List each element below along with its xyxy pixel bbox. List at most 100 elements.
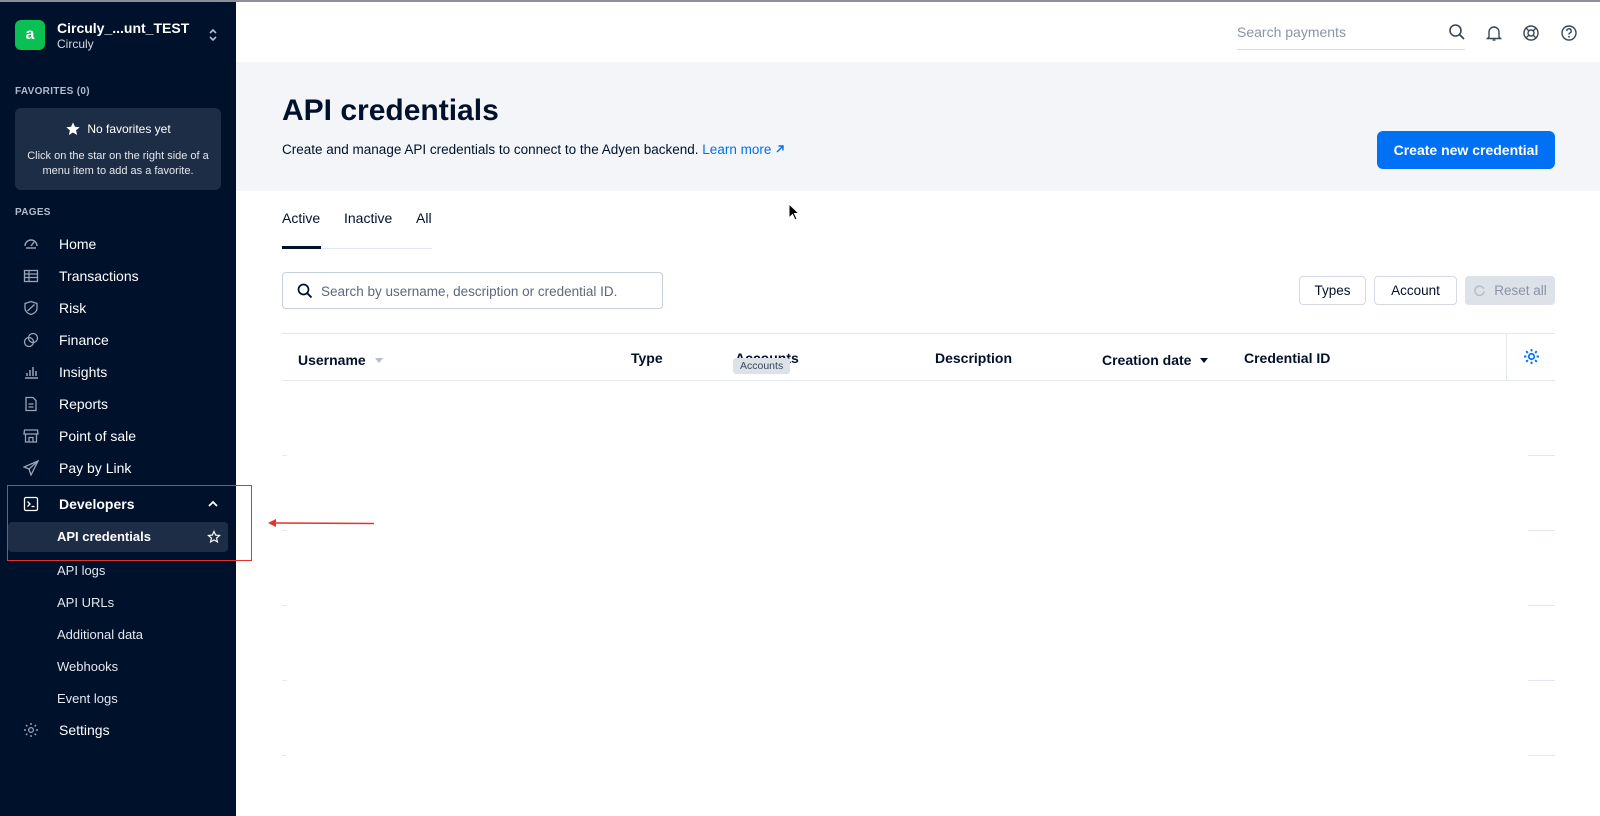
reset-all-button[interactable]: Reset all <box>1465 276 1555 305</box>
reports-icon <box>25 396 37 412</box>
refresh-icon <box>1474 285 1486 297</box>
favorites-empty-title: No favorites yet <box>15 121 221 137</box>
transactions-icon <box>23 269 39 283</box>
star-icon <box>66 122 80 135</box>
sidebar-subitem-label: Additional data <box>57 626 144 642</box>
sidebar-subitem-additional-data[interactable]: Additional data <box>0 618 236 650</box>
row-divider <box>282 755 287 756</box>
page-description-text: Create and manage API credentials to con… <box>282 142 699 157</box>
account-switcher[interactable]: a Circuly_...unt_TEST Circuly <box>15 18 225 52</box>
sidebar-item-label: Settings <box>59 722 110 738</box>
sidebar-item-label: Transactions <box>59 268 139 284</box>
point-of-sale-icon <box>23 429 39 443</box>
search-payments-field[interactable] <box>1237 18 1465 50</box>
bell-icon[interactable] <box>1485 24 1503 42</box>
settings-icon <box>24 723 38 737</box>
sort-down-icon <box>1200 358 1209 363</box>
row-divider <box>1528 530 1555 531</box>
chevron-up-down-icon[interactable] <box>207 26 219 44</box>
annotation-arrow-icon <box>268 519 375 527</box>
external-link-icon <box>776 145 784 153</box>
column-settings[interactable] <box>1506 334 1555 380</box>
create-new-credential-button[interactable]: Create new credential <box>1377 131 1555 169</box>
help-icon[interactable] <box>1560 24 1578 42</box>
sidebar-subitem-label: Webhooks <box>57 658 119 674</box>
page-description: Create and manage API credentials to con… <box>282 142 785 157</box>
sidebar-item-reports[interactable]: Reports <box>0 388 236 420</box>
row-divider <box>1528 680 1555 681</box>
sidebar-item-label: Pay by Link <box>59 460 132 476</box>
sidebar-subitem-event-logs[interactable]: Event logs <box>0 682 236 714</box>
support-icon[interactable] <box>1522 24 1540 42</box>
tab-inactive[interactable]: Inactive <box>344 210 392 226</box>
sidebar-subitem-api-urls[interactable]: API URLs <box>0 586 236 618</box>
search-icon <box>297 283 313 299</box>
account-company: Circuly <box>57 37 94 51</box>
column-header-description[interactable]: Description <box>935 350 1012 366</box>
sidebar-subitem-label: API URLs <box>57 594 115 610</box>
sidebar-item-settings[interactable]: Settings <box>0 714 236 746</box>
sidebar-item-insights[interactable]: Insights <box>0 356 236 388</box>
risk-icon <box>24 300 38 316</box>
learn-more-label: Learn more <box>702 142 772 157</box>
sidebar-item-point-of-sale[interactable]: Point of sale <box>0 420 236 452</box>
pages-section-label: PAGES <box>15 207 51 218</box>
sidebar-subitem-label: API logs <box>57 562 106 578</box>
adyen-logo-icon: a <box>15 20 45 50</box>
column-header-label: Creation date <box>1102 352 1192 368</box>
account-name: Circuly_...unt_TEST <box>57 20 190 36</box>
row-divider <box>1528 455 1555 456</box>
credential-search-input[interactable] <box>321 281 651 301</box>
mouse-cursor-icon <box>788 203 801 221</box>
page-title: API credentials <box>282 94 499 127</box>
home-icon <box>24 239 38 249</box>
sidebar-item-label: Insights <box>59 364 108 380</box>
favorites-empty-hint: Click on the star on the right side of a… <box>27 150 209 177</box>
tab-active[interactable]: Active <box>282 210 320 226</box>
tab-all[interactable]: All <box>416 210 432 226</box>
learn-more-link[interactable]: Learn more <box>702 142 785 157</box>
sidebar-item-label: Home <box>59 236 97 252</box>
row-divider <box>1528 755 1555 756</box>
sidebar-item-label: Finance <box>59 332 109 348</box>
sidebar-item-finance[interactable]: Finance <box>0 324 236 356</box>
active-tab-indicator <box>282 246 321 249</box>
sidebar-item-risk[interactable]: Risk <box>0 292 236 324</box>
column-header-type[interactable]: Type <box>631 350 663 366</box>
row-divider <box>282 530 287 531</box>
row-divider <box>1528 605 1555 606</box>
sort-down-icon <box>374 358 383 363</box>
column-header-credential-id[interactable]: Credential ID <box>1244 350 1330 366</box>
insights-icon <box>25 367 38 379</box>
sidebar: a Circuly_...unt_TEST Circuly FAVORITES … <box>0 2 236 816</box>
status-tabs: Active Inactive All <box>282 204 432 249</box>
sidebar-item-label: Risk <box>59 300 87 316</box>
gear-icon[interactable] <box>1523 348 1540 365</box>
column-header-creation-date[interactable]: Creation date <box>1102 352 1209 368</box>
column-tooltip: Accounts <box>733 358 791 374</box>
search-icon[interactable] <box>1448 23 1466 41</box>
sidebar-item-pay-by-link[interactable]: Pay by Link <box>0 452 236 484</box>
column-header-label: Username <box>298 352 366 368</box>
credential-search-field[interactable] <box>282 272 663 309</box>
search-payments-input[interactable] <box>1237 18 1437 46</box>
sidebar-subitem-label: Event logs <box>57 690 118 706</box>
table-header: Username Type Accounts Description Creat… <box>282 333 1555 381</box>
favorites-section-label: FAVORITES (0) <box>15 86 90 97</box>
sidebar-item-label: Reports <box>59 396 109 412</box>
column-header-username[interactable]: Username <box>298 352 384 368</box>
sidebar-item-transactions[interactable]: Transactions <box>0 260 236 292</box>
reset-all-label: Reset all <box>1494 283 1547 298</box>
annotation-highlight-box <box>7 485 252 561</box>
favorites-empty-box: No favorites yet Click on the star on th… <box>15 108 221 190</box>
row-divider <box>282 605 287 606</box>
sidebar-item-home[interactable]: Home <box>0 228 236 260</box>
pay-by-link-icon <box>23 460 39 476</box>
sidebar-subitem-webhooks[interactable]: Webhooks <box>0 650 236 682</box>
types-filter-button[interactable]: Types <box>1299 276 1366 305</box>
finance-icon <box>23 332 39 348</box>
favorites-empty-title-text: No favorites yet <box>87 122 171 136</box>
account-filter-button[interactable]: Account <box>1374 276 1457 305</box>
app-window: a Circuly_...unt_TEST Circuly FAVORITES … <box>0 0 1600 816</box>
row-divider <box>282 455 287 456</box>
